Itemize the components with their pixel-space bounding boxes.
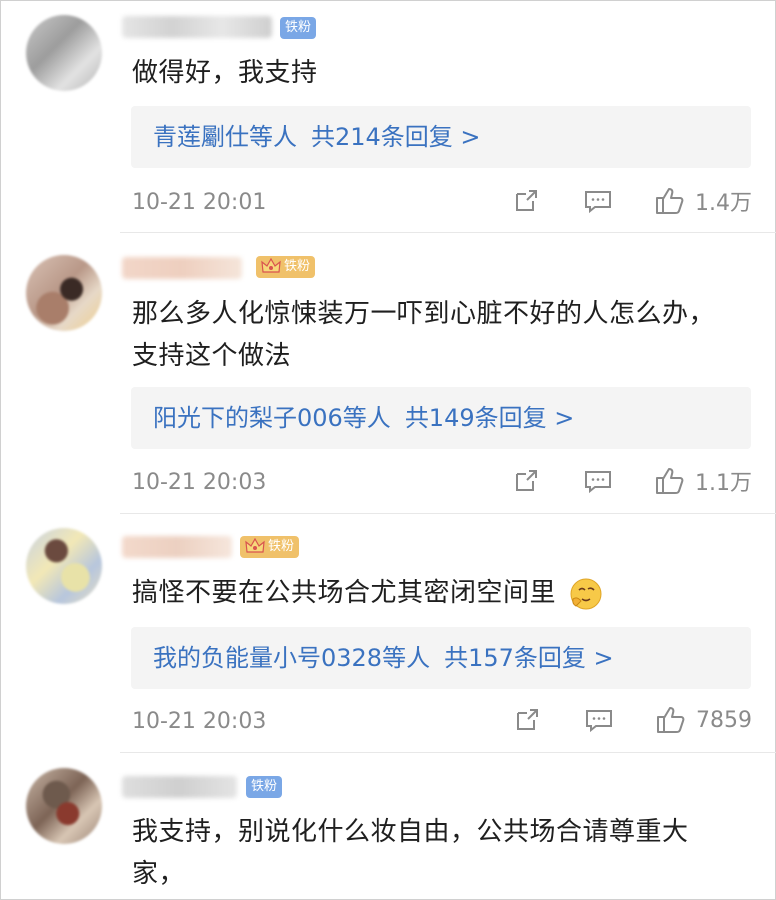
reply-users[interactable]: 阳光下的梨子006等人	[131, 404, 391, 432]
comment-text: 那么多人化惊悚装万一吓到心脏不好的人怎么办， 支持这个做法	[132, 299, 716, 371]
reply-users[interactable]: 青莲劚仕等人	[131, 123, 297, 151]
fan-badge: 铁粉	[280, 17, 317, 39]
like-count[interactable]: 7859	[696, 708, 752, 733]
badge-label: 铁粉	[251, 779, 278, 794]
actions: 7859	[510, 703, 752, 737]
like-count[interactable]: 1.4万	[695, 185, 752, 217]
username[interactable]	[122, 776, 237, 798]
divider	[120, 752, 776, 753]
crown-icon	[261, 258, 281, 273]
comment-icon[interactable]	[582, 703, 616, 737]
thumbs-up-icon[interactable]	[653, 464, 687, 498]
timestamp: 10-21 20:03	[132, 470, 267, 495]
reply-count[interactable]: 共214条回复 >	[311, 123, 481, 151]
comment-meta: 10-21 20:03 7859	[132, 701, 752, 741]
thumbs-up-icon[interactable]	[653, 184, 687, 218]
crown-icon	[245, 538, 265, 553]
reply-summary[interactable]: 青莲劚仕等人 共214条回复 >	[131, 106, 751, 168]
like-count[interactable]: 1.1万	[695, 465, 752, 497]
divider	[120, 513, 776, 514]
avatar[interactable]	[26, 255, 102, 331]
share-icon[interactable]	[509, 184, 543, 218]
fan-badge: 铁粉	[246, 776, 283, 798]
reply-summary[interactable]: 我的负能量小号0328等人 共157条回复 >	[131, 627, 751, 689]
actions: 1.4万	[509, 184, 752, 218]
comment-icon[interactable]	[581, 464, 615, 498]
comment-text: 搞怪不要在公共场合尤其密闭空间里	[132, 572, 746, 614]
fan-badge: 铁粉	[240, 536, 300, 558]
reply-count[interactable]: 共149条回复 >	[405, 404, 575, 432]
username[interactable]	[122, 536, 232, 558]
reply-summary[interactable]: 阳光下的梨子006等人 共149条回复 >	[131, 387, 751, 449]
emoji-icon	[570, 578, 602, 609]
share-icon[interactable]	[510, 703, 544, 737]
thumbs-up-icon[interactable]	[654, 703, 688, 737]
actions: 1.1万	[509, 464, 752, 498]
timestamp: 10-21 20:01	[132, 190, 267, 215]
divider	[120, 232, 776, 233]
timestamp: 10-21 20:03	[132, 709, 267, 734]
avatar[interactable]	[26, 15, 102, 91]
avatar[interactable]	[26, 528, 102, 604]
comment-meta: 10-21 20:03 1.1万	[132, 462, 752, 502]
comment-icon[interactable]	[581, 184, 615, 218]
comment-meta: 10-21 20:01 1.4万	[132, 182, 752, 222]
avatar[interactable]	[26, 768, 102, 844]
comment-text: 做得好，我支持	[132, 58, 318, 88]
username[interactable]	[122, 16, 272, 38]
reply-users[interactable]: 我的负能量小号0328等人	[131, 644, 430, 672]
badge-label: 铁粉	[285, 20, 312, 35]
fan-badge: 铁粉	[256, 256, 316, 278]
badge-label: 铁粉	[284, 259, 311, 274]
comment-text: 我支持，别说化什么妆自由，公共场合请尊重大 家，	[132, 817, 689, 889]
badge-label: 铁粉	[268, 539, 295, 554]
share-icon[interactable]	[509, 464, 543, 498]
reply-count[interactable]: 共157条回复 >	[444, 644, 614, 672]
username[interactable]	[122, 257, 242, 279]
